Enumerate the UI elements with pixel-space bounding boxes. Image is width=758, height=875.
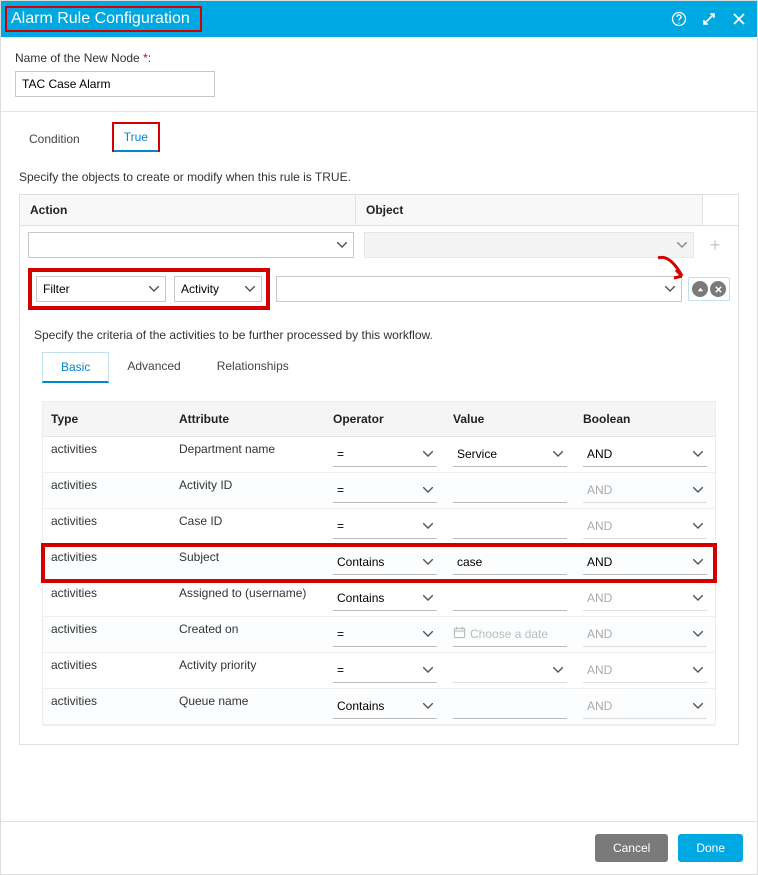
value-input[interactable] (453, 587, 567, 611)
node-name-input[interactable] (15, 71, 215, 97)
activity-extra-select[interactable] (276, 276, 682, 302)
table-row: activitiesQueue name Contains AND (43, 689, 715, 725)
arrow-annotation (652, 254, 692, 288)
table-row: activitiesActivity ID = AND (43, 473, 715, 509)
boolean-select[interactable]: AND (583, 443, 707, 467)
help-icon[interactable] (671, 11, 687, 27)
col-operator: Operator (325, 402, 445, 436)
title-highlight: Alarm Rule Configuration (5, 6, 202, 32)
filter-activity-highlight: Filter Activity (28, 268, 270, 310)
action-header: Action (20, 195, 356, 225)
operator-select[interactable]: = (333, 515, 437, 539)
dialog-title: Alarm Rule Configuration (11, 10, 190, 27)
titlebar: Alarm Rule Configuration (1, 1, 757, 37)
subtab-basic[interactable]: Basic (42, 352, 109, 383)
operator-select[interactable]: = (333, 623, 437, 647)
boolean-select[interactable]: AND (583, 623, 707, 647)
boolean-select[interactable]: AND (583, 659, 707, 683)
tab-condition[interactable]: Condition (19, 126, 90, 152)
cancel-button[interactable]: Cancel (595, 834, 668, 862)
cell-attribute: Activity ID (171, 473, 325, 508)
operator-select[interactable]: = (333, 443, 437, 467)
boolean-select[interactable]: AND (583, 587, 707, 611)
cell-type: activities (43, 509, 171, 544)
cell-type: activities (43, 617, 171, 652)
add-row-icon[interactable]: + (700, 235, 730, 256)
table-row: activitiesSubject Contains AND (43, 545, 715, 581)
table-row: activitiesActivity priority = AND (43, 653, 715, 689)
operator-select[interactable]: = (333, 479, 437, 503)
true-instruction: Specify the objects to create or modify … (19, 170, 743, 184)
object-header: Object (356, 195, 702, 225)
activity-select[interactable]: Activity (174, 276, 262, 302)
table-row: activitiesCreated on = Choose a date AND (43, 617, 715, 653)
cell-attribute: Activity priority (171, 653, 325, 688)
subtab-advanced[interactable]: Advanced (109, 352, 198, 383)
calendar-icon (453, 626, 466, 642)
value-date-input[interactable]: Choose a date (453, 623, 567, 647)
close-icon[interactable] (731, 11, 747, 27)
filter-select[interactable]: Filter (36, 276, 166, 302)
cell-type: activities (43, 473, 171, 508)
table-row: activitiesCase ID = AND (43, 509, 715, 545)
cell-type: activities (43, 545, 171, 580)
cell-type: activities (43, 689, 171, 724)
col-type: Type (43, 402, 171, 436)
col-attribute: Attribute (171, 402, 325, 436)
tab-true[interactable]: True (112, 122, 160, 152)
cell-attribute: Assigned to (username) (171, 581, 325, 616)
cell-attribute: Department name (171, 437, 325, 472)
value-input[interactable] (453, 479, 567, 503)
boolean-select[interactable]: AND (583, 479, 707, 503)
operator-select[interactable]: Contains (333, 587, 437, 611)
cell-attribute: Subject (171, 545, 325, 580)
table-row: activitiesDepartment name = Service AND (43, 437, 715, 473)
boolean-select[interactable]: AND (583, 515, 707, 539)
value-input[interactable] (453, 695, 567, 719)
move-up-icon[interactable] (692, 281, 708, 297)
operator-select[interactable]: Contains (333, 551, 437, 575)
object-select (364, 232, 694, 258)
done-button[interactable]: Done (678, 834, 743, 862)
cell-attribute: Created on (171, 617, 325, 652)
cell-attribute: Case ID (171, 509, 325, 544)
cell-attribute: Queue name (171, 689, 325, 724)
value-input[interactable] (453, 515, 567, 539)
delete-row-icon[interactable] (710, 281, 726, 297)
cell-type: activities (43, 653, 171, 688)
action-select[interactable] (28, 232, 354, 258)
operator-select[interactable]: = (333, 659, 437, 683)
value-select[interactable]: Service (453, 443, 567, 467)
value-input[interactable] (453, 551, 567, 575)
boolean-select[interactable]: AND (583, 695, 707, 719)
value-select[interactable] (453, 659, 567, 683)
cell-type: activities (43, 581, 171, 616)
subtab-relationships[interactable]: Relationships (199, 352, 307, 383)
operator-select[interactable]: Contains (333, 695, 437, 719)
expand-icon[interactable] (701, 11, 717, 27)
boolean-select[interactable]: AND (583, 551, 707, 575)
criteria-instruction: Specify the criteria of the activities t… (20, 314, 738, 352)
table-row: activitiesAssigned to (username) Contains… (43, 581, 715, 617)
cell-type: activities (43, 437, 171, 472)
node-name-label: Name of the New Node (15, 51, 140, 65)
col-boolean: Boolean (575, 402, 715, 436)
col-value: Value (445, 402, 575, 436)
